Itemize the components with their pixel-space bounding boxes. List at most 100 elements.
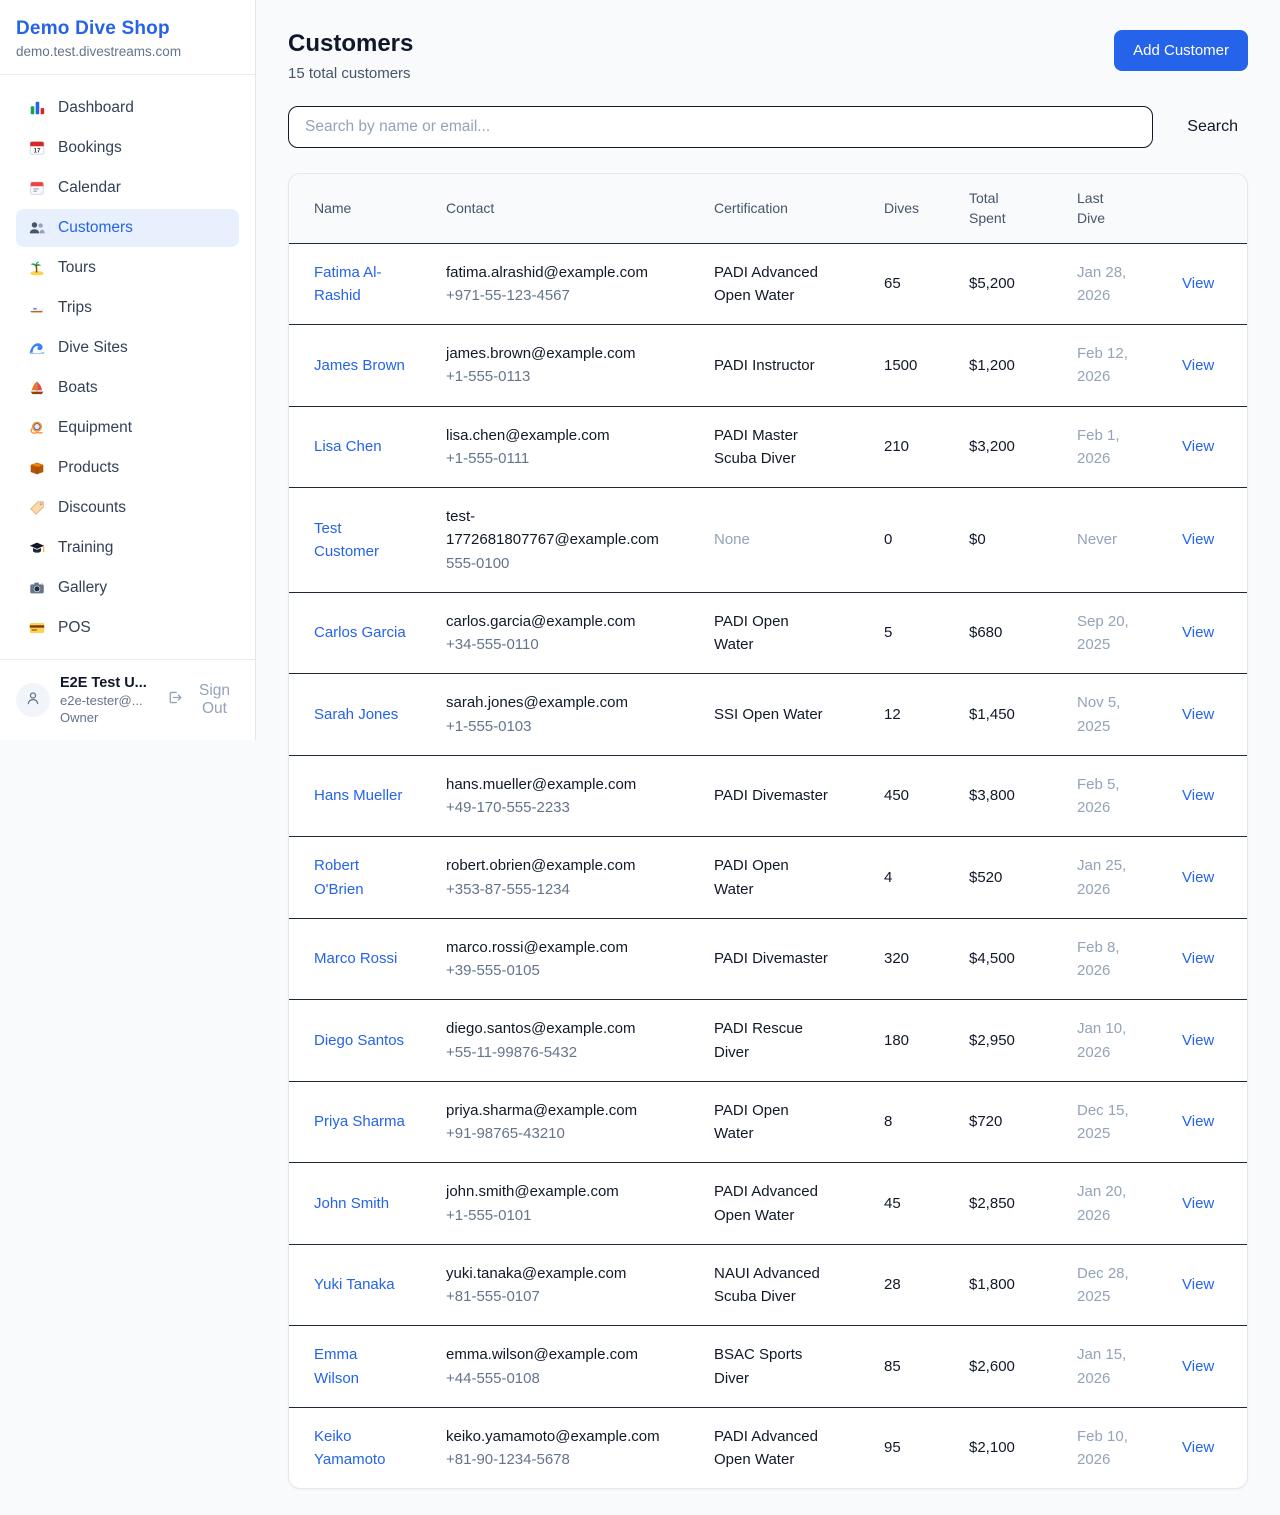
customer-certification: BSAC Sports Diver bbox=[702, 1326, 872, 1408]
package-icon bbox=[28, 459, 46, 477]
sidebar-item-equipment[interactable]: Equipment bbox=[16, 409, 239, 447]
sidebar-item-pos[interactable]: POS bbox=[16, 609, 239, 647]
sidebar-item-discounts[interactable]: Discounts bbox=[16, 489, 239, 527]
customer-dives: 8 bbox=[872, 1081, 957, 1163]
view-link[interactable]: View bbox=[1182, 1439, 1214, 1456]
customer-phone: +39-555-0105 bbox=[446, 959, 662, 982]
sidebar-item-gallery[interactable]: Gallery bbox=[16, 569, 239, 607]
sidebar-item-boats[interactable]: Boats bbox=[16, 369, 239, 407]
customer-email: yuki.tanaka@example.com bbox=[446, 1262, 662, 1285]
sidebar-item-label: Boats bbox=[58, 379, 98, 397]
customer-name-link[interactable]: Emma Wilson bbox=[314, 1346, 359, 1386]
sailboat-icon bbox=[28, 379, 46, 397]
customer-name-link[interactable]: Keiko Yamamoto bbox=[314, 1428, 385, 1468]
customer-contact-cell: diego.santos@example.com+55-11-99876-543… bbox=[434, 1000, 702, 1082]
customer-last-dive: Jan 20, 2026 bbox=[1065, 1163, 1170, 1245]
view-link[interactable]: View bbox=[1182, 438, 1214, 455]
customer-name-link[interactable]: Sarah Jones bbox=[314, 706, 398, 723]
view-link[interactable]: View bbox=[1182, 706, 1214, 723]
logout-icon bbox=[166, 689, 183, 711]
sidebar-item-calendar[interactable]: Calendar bbox=[16, 169, 239, 207]
view-link[interactable]: View bbox=[1182, 869, 1214, 886]
table-row: Fatima Al-Rashidfatima.alrashid@example.… bbox=[289, 243, 1248, 325]
user-email: e2e-tester@... bbox=[60, 693, 156, 708]
customer-name-link[interactable]: Diego Santos bbox=[314, 1032, 404, 1049]
customer-total-spent: $2,850 bbox=[957, 1163, 1065, 1245]
speedboat-icon bbox=[28, 299, 46, 317]
sidebar-item-dive-sites[interactable]: Dive Sites bbox=[16, 329, 239, 367]
sign-out-label: Sign Out bbox=[190, 682, 239, 718]
customer-name-link[interactable]: John Smith bbox=[314, 1195, 389, 1212]
customer-phone: +55-11-99876-5432 bbox=[446, 1041, 662, 1064]
customer-name-cell: Yuki Tanaka bbox=[289, 1244, 434, 1326]
customer-name-cell: Carlos Garcia bbox=[289, 592, 434, 674]
customer-email: james.brown@example.com bbox=[446, 342, 662, 365]
sidebar-item-dashboard[interactable]: Dashboard bbox=[16, 89, 239, 127]
customer-phone: +1-555-0101 bbox=[446, 1204, 662, 1227]
sidebar-item-training[interactable]: Training bbox=[16, 529, 239, 567]
customer-total-spent: $1,450 bbox=[957, 674, 1065, 756]
sidebar-item-label: Calendar bbox=[58, 179, 121, 197]
customer-view-cell: View bbox=[1170, 325, 1248, 407]
customer-name-link[interactable]: Carlos Garcia bbox=[314, 624, 406, 641]
sidebar-item-customers[interactable]: Customers bbox=[16, 209, 239, 247]
app-root: Demo Dive Shop demo.test.divestreams.com… bbox=[0, 0, 1280, 1515]
view-link[interactable]: View bbox=[1182, 357, 1214, 374]
customer-contact-cell: hans.mueller@example.com+49-170-555-2233 bbox=[434, 755, 702, 837]
customer-name-link[interactable]: Lisa Chen bbox=[314, 438, 382, 455]
customer-certification: SSI Open Water bbox=[702, 674, 872, 756]
search-input[interactable] bbox=[288, 106, 1153, 148]
view-link[interactable]: View bbox=[1182, 1032, 1214, 1049]
customer-view-cell: View bbox=[1170, 1244, 1248, 1326]
main-content: Customers 15 total customers Add Custome… bbox=[256, 0, 1280, 1515]
customer-last-dive: Nov 5, 2025 bbox=[1065, 674, 1170, 756]
view-link[interactable]: View bbox=[1182, 531, 1214, 548]
customer-name-link[interactable]: Hans Mueller bbox=[314, 787, 402, 804]
customer-view-cell: View bbox=[1170, 1081, 1248, 1163]
search-button[interactable]: Search bbox=[1177, 118, 1248, 136]
sidebar-item-label: Customers bbox=[58, 219, 133, 237]
view-link[interactable]: View bbox=[1182, 1358, 1214, 1375]
dive-mask-icon bbox=[28, 419, 46, 437]
customer-name-link[interactable]: Yuki Tanaka bbox=[314, 1276, 395, 1293]
person-icon bbox=[24, 689, 42, 712]
customer-name-link[interactable]: James Brown bbox=[314, 357, 405, 374]
customer-last-dive: Dec 28, 2025 bbox=[1065, 1244, 1170, 1326]
customer-name-link[interactable]: Test Customer bbox=[314, 520, 379, 560]
customer-name-cell: Lisa Chen bbox=[289, 406, 434, 488]
customer-phone: 555-0100 bbox=[446, 552, 662, 575]
table-row: James Brownjames.brown@example.com+1-555… bbox=[289, 325, 1248, 407]
bar-chart-icon bbox=[28, 99, 46, 117]
customer-last-dive: Feb 1, 2026 bbox=[1065, 406, 1170, 488]
view-link[interactable]: View bbox=[1182, 1276, 1214, 1293]
customer-contact-cell: lisa.chen@example.com+1-555-0111 bbox=[434, 406, 702, 488]
shop-logo-block: Demo Dive Shop demo.test.divestreams.com bbox=[0, 0, 255, 75]
sidebar-item-label: Products bbox=[58, 459, 119, 477]
sidebar-item-bookings[interactable]: 17Bookings bbox=[16, 129, 239, 167]
customer-name-link[interactable]: Robert O'Brien bbox=[314, 857, 364, 897]
sidebar-item-label: Tours bbox=[58, 259, 96, 277]
add-customer-button[interactable]: Add Customer bbox=[1114, 30, 1248, 71]
sidebar-item-trips[interactable]: Trips bbox=[16, 289, 239, 327]
column-header-total-spent: Total Spent bbox=[957, 174, 1065, 243]
island-icon bbox=[28, 259, 46, 277]
view-link[interactable]: View bbox=[1182, 1113, 1214, 1130]
customer-name-link[interactable]: Priya Sharma bbox=[314, 1113, 405, 1130]
sidebar-item-tours[interactable]: Tours bbox=[16, 249, 239, 287]
customer-total-spent: $2,950 bbox=[957, 1000, 1065, 1082]
view-link[interactable]: View bbox=[1182, 624, 1214, 641]
view-link[interactable]: View bbox=[1182, 950, 1214, 967]
sign-out-button[interactable]: Sign Out bbox=[166, 682, 239, 718]
customer-name-cell: Priya Sharma bbox=[289, 1081, 434, 1163]
customer-phone: +34-555-0110 bbox=[446, 633, 662, 656]
table-row: Hans Mueller hans.mueller@example.com+49-… bbox=[289, 755, 1248, 837]
customer-contact-cell: test-1772681807767@example.com555-0100 bbox=[434, 488, 702, 593]
customer-name-link[interactable]: Fatima Al-Rashid bbox=[314, 264, 382, 304]
customer-name-link[interactable]: Marco Rossi bbox=[314, 950, 397, 967]
view-link[interactable]: View bbox=[1182, 787, 1214, 804]
customer-dives: 85 bbox=[872, 1326, 957, 1408]
view-link[interactable]: View bbox=[1182, 1195, 1214, 1212]
sidebar-item-products[interactable]: Products bbox=[16, 449, 239, 487]
view-link[interactable]: View bbox=[1182, 275, 1214, 292]
customer-view-cell: View bbox=[1170, 406, 1248, 488]
